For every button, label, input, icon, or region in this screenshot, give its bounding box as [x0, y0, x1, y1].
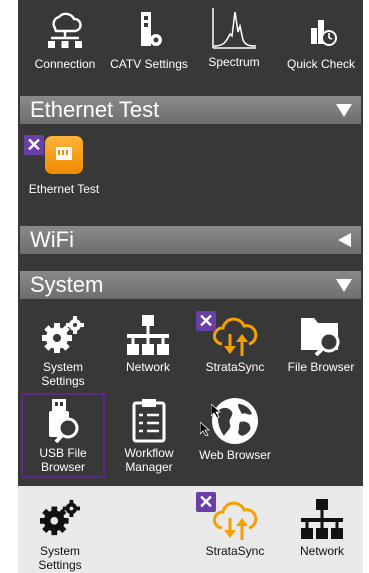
spectrum-graph-icon [212, 8, 257, 49]
connection-app[interactable]: Connection [28, 10, 102, 71]
dock-stratasync-label: StrataSync [205, 544, 265, 558]
workflow-manager-label: Workflow Manager [124, 446, 174, 474]
section-title-wifi: WiFi [30, 227, 74, 252]
network-app[interactable]: Network [108, 314, 188, 374]
cloud-sync-icon [213, 317, 258, 356]
mouse-pointer-icon [200, 422, 210, 436]
catv-settings-app[interactable]: CATV Settings [110, 10, 188, 71]
left-margin [0, 0, 18, 573]
file-browser-app[interactable]: File Browser [280, 314, 362, 374]
spectrum-app[interactable]: Spectrum [196, 6, 272, 69]
section-header-ethernet-test[interactable]: Ethernet Test [20, 96, 361, 124]
web-browser-label: Web Browser [199, 448, 271, 462]
section-title-system: System [30, 272, 104, 297]
system-settings-label: System Settings [41, 360, 85, 388]
dock-system-settings-label: System Settings [38, 544, 82, 572]
cloud-sync-icon [213, 501, 258, 540]
spectrum-label: Spectrum [208, 55, 260, 69]
remove-ethernet-test-button[interactable]: ✕ [24, 135, 44, 155]
mouse-pointer-icon [211, 404, 221, 418]
usb-file-browser-app[interactable]: USB File Browser [22, 398, 104, 474]
section-header-wifi[interactable]: WiFi [20, 226, 361, 254]
usb-search-icon [49, 399, 79, 444]
collapse-down-arrow-icon [336, 104, 352, 117]
collapse-down-arrow-icon [336, 279, 352, 292]
dock-network-label: Network [299, 544, 344, 558]
network-label: Network [125, 360, 170, 374]
catv-settings-label: CATV Settings [110, 57, 188, 71]
quick-check-label: Quick Check [286, 57, 356, 71]
app-launcher-screen: Connection CATV Settings Spectrum Quick … [18, 0, 363, 573]
remove-dock-stratasync-button[interactable]: ✕ [196, 492, 216, 512]
folder-search-icon [301, 318, 340, 356]
remove-stratasync-button[interactable]: ✕ [196, 311, 216, 331]
ethernet-test-label: Ethernet Test [28, 182, 100, 196]
stratasync-label: StrataSync [205, 360, 265, 374]
favorites-dock: System Settings StrataSync ✕ Network [18, 486, 363, 573]
system-settings-app[interactable]: System Settings [20, 314, 106, 388]
section-title-ethernet-test: Ethernet Test [30, 97, 160, 122]
expand-left-arrow-icon [338, 233, 351, 247]
quick-check-app[interactable]: Quick Check [280, 10, 362, 71]
clipboard-checklist-icon [132, 399, 166, 443]
dock-network-app[interactable]: Network [284, 498, 360, 558]
usb-file-browser-label: USB File Browser [39, 446, 87, 474]
connection-label: Connection [34, 57, 96, 71]
network-topology-icon [301, 499, 343, 539]
quick-check-icon [311, 20, 337, 46]
network-topology-icon [127, 315, 169, 355]
catv-settings-icon [141, 12, 162, 46]
gears-icon [40, 499, 80, 536]
workflow-manager-app[interactable]: Workflow Manager [108, 398, 190, 474]
dock-system-settings-app[interactable]: System Settings [24, 498, 96, 572]
gears-icon [42, 316, 84, 353]
section-header-system[interactable]: System [20, 271, 361, 299]
ethernet-test-icon [45, 136, 83, 174]
network-cloud-icon [48, 12, 82, 48]
file-browser-label: File Browser [287, 360, 355, 374]
